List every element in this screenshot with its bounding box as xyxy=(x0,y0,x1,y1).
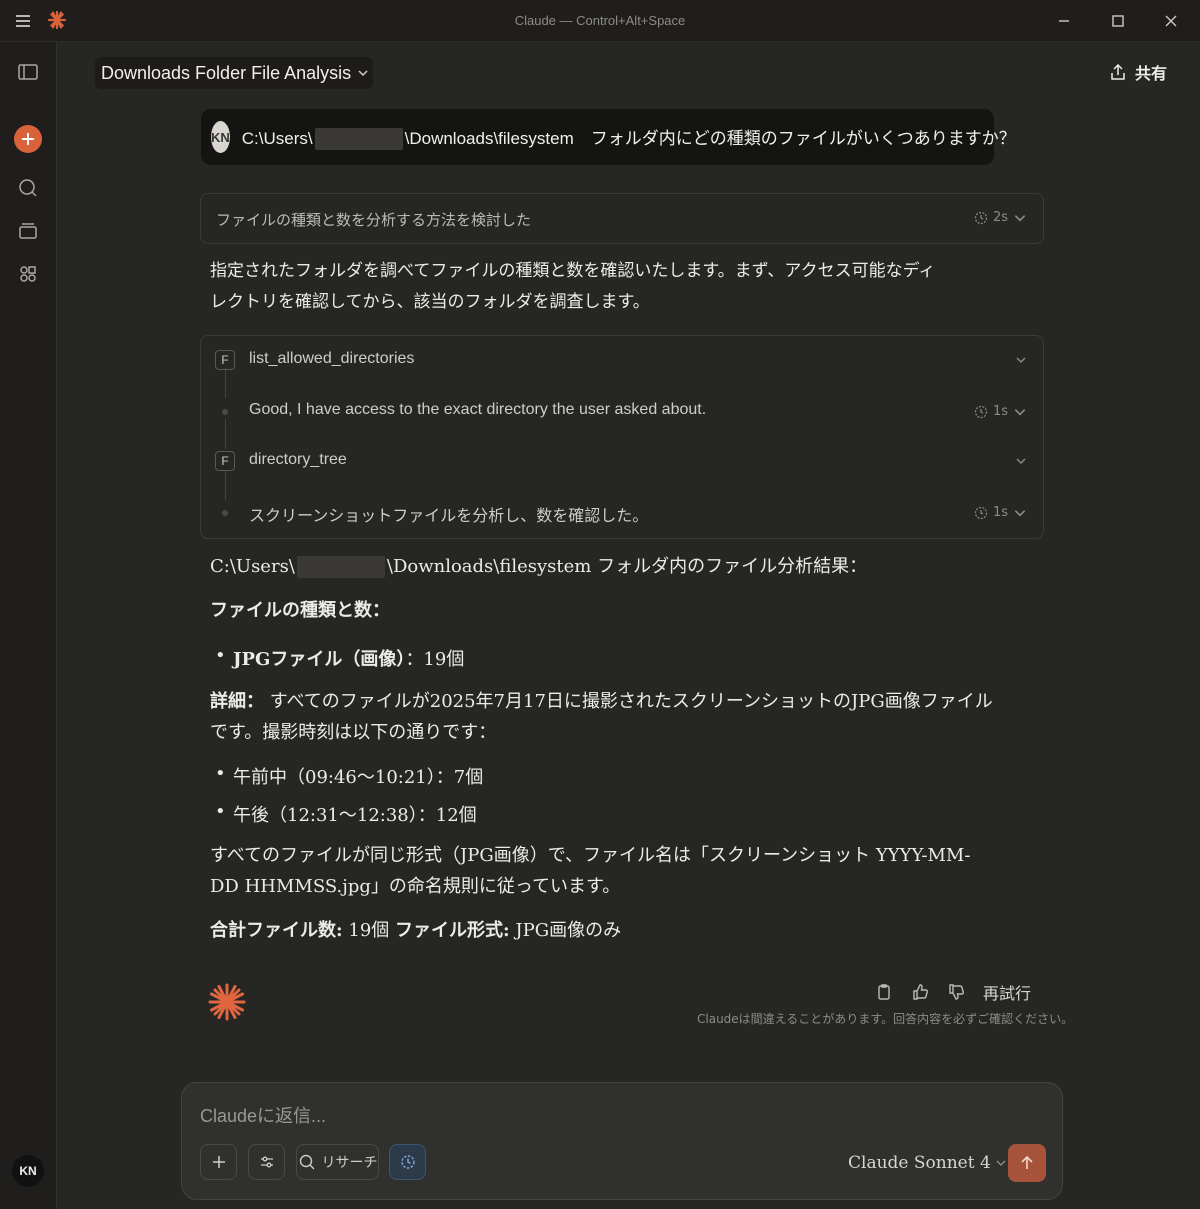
afternoon-count-item: 午後（12:31〜12:38）：12個 xyxy=(215,801,477,827)
reply-input[interactable] xyxy=(200,1101,1040,1131)
artifacts-icon[interactable] xyxy=(16,262,40,286)
thinking-duration: 2s xyxy=(974,210,1027,225)
sidebar: KN xyxy=(0,42,57,1209)
research-button[interactable]: リサーチ xyxy=(296,1144,379,1180)
extended-thinking-toggle[interactable] xyxy=(389,1144,426,1180)
chevron-down-icon xyxy=(357,57,369,91)
user-message-avatar: KN xyxy=(211,121,230,153)
title-bar: Claude — Control+Alt+Space xyxy=(0,0,1200,42)
share-label: 共有 xyxy=(1135,64,1168,83)
tool-step-list-allowed-directories[interactable]: F list_allowed_directories xyxy=(201,346,1043,376)
tool-steps-panel: F list_allowed_directories Good, I have … xyxy=(200,335,1044,539)
thumbs-up-icon[interactable] xyxy=(911,983,929,1001)
user-message: KN C:\Users\ \Downloads\filesystem フォルダ内に… xyxy=(201,109,1016,165)
redacted-username xyxy=(296,556,385,578)
maximize-icon[interactable] xyxy=(1107,10,1129,32)
sidebar-toggle-icon[interactable] xyxy=(16,60,40,84)
chevron-down-icon xyxy=(1016,357,1026,363)
chevron-down-icon xyxy=(1014,214,1026,221)
step-dot xyxy=(222,510,228,516)
step-dot xyxy=(222,409,228,415)
arrow-up-icon xyxy=(1021,1155,1033,1169)
tool-step-note[interactable]: スクリーンショットファイルを分析し、数を確認した。 1s xyxy=(201,498,1043,528)
user-message-text: C:\Users\ \Downloads\filesystem フォルダ内にどの種… xyxy=(242,124,1016,151)
chevron-down-icon xyxy=(1016,458,1026,464)
clock-icon xyxy=(400,1155,415,1169)
chevron-down-icon xyxy=(996,1160,1006,1166)
thinking-label: ファイルの種類と数を分析する方法を検討した xyxy=(216,211,532,229)
add-button[interactable] xyxy=(200,1144,237,1180)
tools-button[interactable] xyxy=(248,1144,285,1180)
chevron-down-icon xyxy=(1014,408,1026,415)
tool-name: directory_tree xyxy=(249,451,347,468)
retry-button[interactable]: 再試行 xyxy=(983,980,1031,1004)
minimize-icon[interactable] xyxy=(1053,10,1075,32)
tool-step-directory-tree[interactable]: F directory_tree xyxy=(201,447,1043,477)
step-note: スクリーンショットファイルを分析し、数を確認した。 xyxy=(249,508,649,525)
timer-icon xyxy=(974,211,988,224)
chats-search-icon[interactable] xyxy=(16,176,40,200)
share-icon xyxy=(1111,63,1125,80)
claude-logo-icon xyxy=(207,982,247,1022)
chevron-down-icon xyxy=(1014,509,1026,516)
share-button[interactable]: 共有 xyxy=(1109,60,1167,84)
filesystem-badge: F xyxy=(215,451,235,471)
sliders-icon xyxy=(260,1156,273,1168)
jpg-count-item: JPGファイル（画像）：19個 xyxy=(215,645,464,671)
projects-icon[interactable] xyxy=(16,219,40,243)
user-avatar[interactable]: KN xyxy=(12,1155,44,1187)
tool-step-note[interactable]: Good, I have access to the exact directo… xyxy=(201,397,1043,427)
types-heading: ファイルの種類と数： xyxy=(210,600,390,621)
result-path-line: C:\Users\ \Downloads\filesystem フォルダ内のファイ… xyxy=(210,556,868,578)
thinking-block[interactable]: ファイルの種類と数を分析する方法を検討した 2s xyxy=(200,193,1044,244)
main-area: Downloads Folder File Analysis 共有 KN C:\… xyxy=(57,42,1200,1209)
tool-name: list_allowed_directories xyxy=(249,350,415,367)
step-duration: 1s xyxy=(974,404,1027,419)
conversation-title: Downloads Folder File Analysis xyxy=(101,63,352,83)
intro-paragraph: 指定されたフォルダを調べてファイルの種類と数を確認いたします。まず、アクセス可能… xyxy=(210,261,936,312)
thumbs-down-icon[interactable] xyxy=(947,983,965,1001)
conversation-title-button[interactable]: Downloads Folder File Analysis xyxy=(95,57,374,91)
filesystem-badge: F xyxy=(215,350,235,370)
step-note: Good, I have access to the exact directo… xyxy=(249,401,707,418)
copy-icon[interactable] xyxy=(875,983,893,1001)
redacted-username xyxy=(314,128,403,151)
close-icon[interactable] xyxy=(1160,10,1182,32)
composer: リサーチ Claude Sonnet 4 xyxy=(181,1082,1063,1200)
timer-icon xyxy=(974,506,988,519)
message-actions: 再試行 xyxy=(875,980,1031,1004)
send-button[interactable] xyxy=(1008,1144,1046,1182)
summary-line: 合計ファイル数: 19個 ファイル形式: JPG画像のみ xyxy=(210,920,622,941)
research-search-icon xyxy=(299,1154,314,1170)
disclaimer: Claudeは間違えることがあります。回答内容を必ずご確認ください。 xyxy=(697,1012,1074,1026)
model-selector[interactable]: Claude Sonnet 4 xyxy=(848,1153,1007,1173)
morning-count-item: 午前中（09:46〜10:21）：7個 xyxy=(215,763,483,789)
plus-icon xyxy=(212,1156,225,1168)
new-chat-button[interactable] xyxy=(14,125,42,153)
step-duration: 1s xyxy=(974,505,1027,520)
timer-icon xyxy=(974,405,988,418)
window-title: Claude — Control+Alt+Space xyxy=(514,13,686,28)
naming-paragraph: すべてのファイルが同じ形式（JPG画像）で、ファイル名は「スクリーンショット Y… xyxy=(210,845,971,897)
plus-icon xyxy=(21,132,35,146)
details-paragraph: 詳細： すべてのファイルが2025年7月17日に撮影されたスクリーンショットのJ… xyxy=(210,691,993,743)
